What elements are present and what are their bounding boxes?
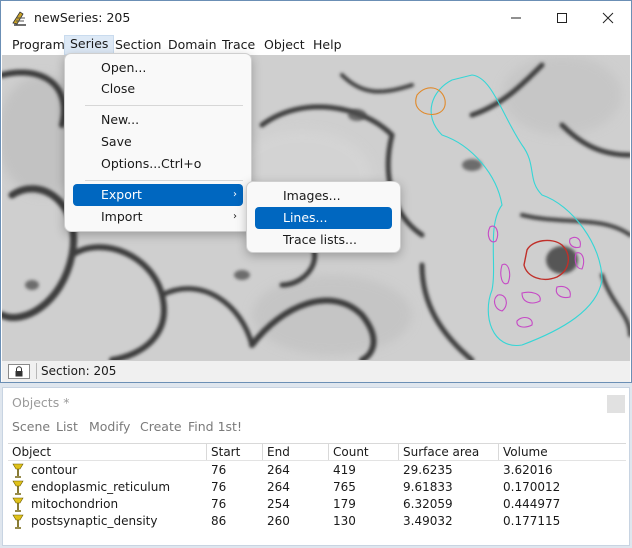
cell-object: endoplasmic_reticulum (31, 480, 171, 494)
objects-window-title: Objects * (12, 395, 70, 410)
cell-start: 76 (211, 497, 227, 511)
cell-volume: 0.170012 (503, 480, 561, 494)
export-submenu: Images... Lines... Trace lists... (246, 181, 401, 253)
window-title: newSeries: 205 (34, 10, 131, 25)
menu-item-save-label: Save (101, 134, 132, 149)
cell-count: 765 (333, 480, 356, 494)
menu-item-import[interactable]: Import › (73, 206, 243, 228)
cell-surface-area: 6.32059 (403, 497, 453, 511)
menu-item-export-lines-label: Lines... (283, 210, 328, 225)
object-icon (12, 480, 24, 495)
lock-icon[interactable] (8, 364, 30, 379)
minimize-icon (511, 17, 521, 19)
menu-item-export[interactable]: Export › (73, 184, 243, 206)
object-icon (12, 497, 24, 512)
column-header-object[interactable]: Object (8, 444, 206, 460)
menu-item-open-label: Open... (101, 60, 147, 75)
cell-count: 419 (333, 463, 356, 477)
maximize-icon (557, 13, 567, 23)
column-header-surface-area[interactable]: Surface area (398, 444, 498, 460)
object-icon (12, 463, 24, 478)
cell-volume: 3.62016 (503, 463, 553, 477)
menu-item-close[interactable]: Close (73, 78, 243, 100)
menu-item-options-label: Options... (101, 156, 162, 171)
section-status: Section: 205 (36, 363, 116, 379)
objects-menu-create[interactable]: Create (140, 419, 182, 434)
status-bar: Section: 205 (2, 360, 630, 382)
cell-surface-area: 9.61833 (403, 480, 453, 494)
cell-object: postsynaptic_density (31, 514, 158, 528)
objects-menu-find-first[interactable]: Find 1st! (188, 419, 242, 434)
menu-program[interactable]: Program (7, 36, 70, 54)
column-header-start[interactable]: Start (206, 444, 262, 460)
table-row[interactable]: contour 76 264 419 29.6235 3.62016 (8, 462, 626, 479)
cell-surface-area: 3.49032 (403, 514, 453, 528)
cell-end: 254 (267, 497, 290, 511)
column-header-volume[interactable]: Volume (498, 444, 626, 460)
table-row[interactable]: postsynaptic_density 86 260 130 3.49032 … (8, 513, 626, 530)
cell-count: 179 (333, 497, 356, 511)
menu-separator (85, 105, 243, 106)
chevron-right-icon: › (233, 211, 237, 222)
cell-count: 130 (333, 514, 356, 528)
menu-item-export-label: Export (101, 187, 142, 202)
table-row[interactable]: endoplasmic_reticulum 76 264 765 9.61833… (8, 479, 626, 496)
object-icon (12, 514, 24, 529)
cell-end: 264 (267, 480, 290, 494)
table-row[interactable]: mitochondrion 76 254 179 6.32059 0.44497… (8, 496, 626, 513)
app-icon (12, 11, 26, 26)
menu-item-new[interactable]: New... (73, 109, 243, 131)
cell-object: mitochondrion (31, 497, 119, 511)
objects-window-close-button[interactable] (607, 395, 625, 413)
cell-start: 76 (211, 463, 227, 477)
cell-end: 260 (267, 514, 290, 528)
column-header-end[interactable]: End (262, 444, 328, 460)
objects-menu-scene[interactable]: Scene (12, 419, 50, 434)
cell-end: 264 (267, 463, 290, 477)
menu-item-export-images-label: Images... (283, 188, 341, 203)
menu-item-save[interactable]: Save (73, 131, 243, 153)
menu-series[interactable]: Series (64, 35, 115, 55)
close-button[interactable] (585, 1, 631, 35)
menu-item-export-trace-lists-label: Trace lists... (283, 232, 357, 247)
menu-trace[interactable]: Trace (217, 36, 260, 54)
menu-object[interactable]: Object (259, 36, 310, 54)
menu-item-new-label: New... (101, 112, 140, 127)
cell-volume: 0.177115 (503, 514, 561, 528)
cell-start: 86 (211, 514, 227, 528)
objects-table-header: Object Start End Count Surface area Volu… (8, 443, 626, 461)
cell-start: 76 (211, 480, 227, 494)
menu-domain[interactable]: Domain (163, 36, 222, 54)
padlock-glyph (15, 366, 23, 377)
menu-item-export-trace-lists[interactable]: Trace lists... (255, 229, 392, 251)
series-menu: Open... Close New... Save Options... Ctr… (64, 53, 252, 232)
minimize-button[interactable] (493, 1, 539, 35)
close-icon (602, 12, 614, 24)
menu-item-close-label: Close (101, 81, 136, 96)
cell-object: contour (31, 463, 78, 477)
chevron-right-icon: › (233, 189, 237, 200)
menu-item-export-lines[interactable]: Lines... (255, 207, 392, 229)
menu-item-export-images[interactable]: Images... (255, 185, 392, 207)
menu-bar: Program Series Section Domain Trace Obje… (1, 35, 631, 55)
menu-item-import-label: Import (101, 209, 143, 224)
menu-item-open[interactable]: Open... (73, 57, 243, 79)
title-bar[interactable]: newSeries: 205 (1, 1, 631, 35)
cell-volume: 0.444977 (503, 497, 561, 511)
column-header-count[interactable]: Count (328, 444, 398, 460)
menu-help[interactable]: Help (308, 36, 347, 54)
cell-surface-area: 29.6235 (403, 463, 453, 477)
menu-item-options-shortcut: Ctrl+o (161, 156, 202, 171)
objects-menu-list[interactable]: List (56, 419, 78, 434)
menu-section[interactable]: Section (110, 36, 166, 54)
menu-item-options[interactable]: Options... Ctrl+o (73, 153, 243, 175)
objects-menu-modify[interactable]: Modify (89, 419, 130, 434)
maximize-button[interactable] (539, 1, 585, 35)
menu-separator (85, 180, 243, 181)
objects-window: Objects * Scene List Modify Create Find … (2, 387, 630, 546)
